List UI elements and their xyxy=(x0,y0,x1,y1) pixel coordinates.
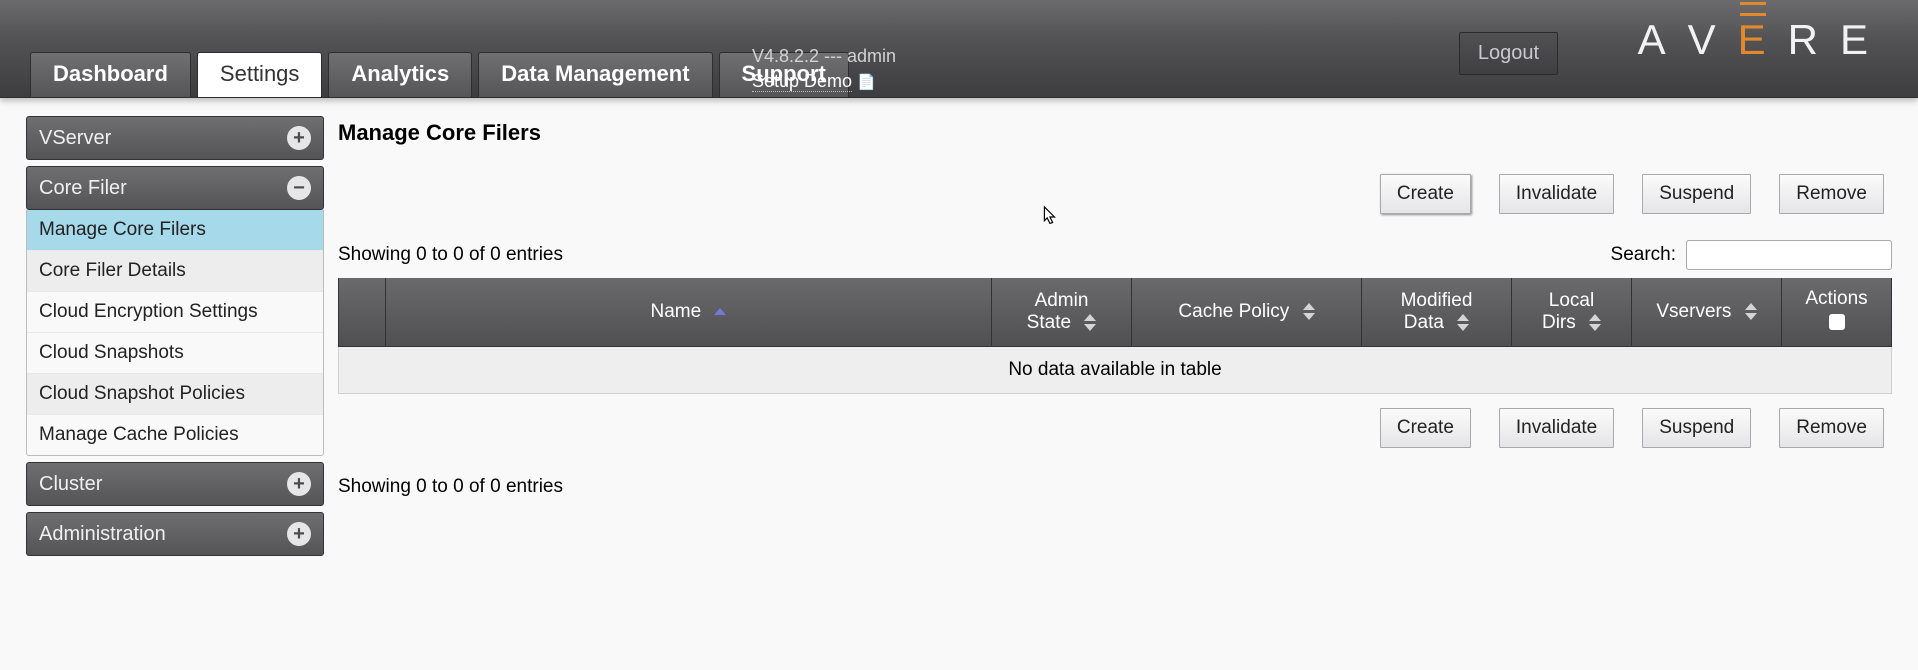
col-local-dirs[interactable]: Local Dirs xyxy=(1512,278,1632,347)
col-cache-policy[interactable]: Cache Policy xyxy=(1132,278,1362,347)
col-label: Modified xyxy=(1401,290,1473,311)
sidebar-section-core-filer[interactable]: Core Filer − xyxy=(26,166,324,210)
sort-icon xyxy=(1457,314,1469,331)
settings-sidebar: VServer + Core Filer − Manage Core Filer… xyxy=(26,116,324,556)
sidebar-item-cloud-snapshot-policies[interactable]: Cloud Snapshot Policies xyxy=(27,373,323,414)
showing-entries-bottom: Showing 0 to 0 of 0 entries xyxy=(338,476,1892,498)
collapse-icon: − xyxy=(287,176,311,200)
suspend-button[interactable]: Suspend xyxy=(1642,408,1751,448)
sidebar-section-vserver[interactable]: VServer + xyxy=(26,116,324,160)
col-blank xyxy=(338,278,386,347)
core-filer-menu: Manage Core Filers Core Filer Details Cl… xyxy=(26,210,324,456)
page-title: Manage Core Filers xyxy=(338,120,1892,146)
col-name[interactable]: Name xyxy=(386,278,992,347)
remove-button[interactable]: Remove xyxy=(1779,408,1884,448)
search-label: Search: xyxy=(1611,244,1676,266)
logo-letter-e: E xyxy=(1738,16,1788,64)
col-modified-data[interactable]: Modified Data xyxy=(1362,278,1512,347)
col-label: Cache Policy xyxy=(1178,301,1289,322)
search-input[interactable] xyxy=(1686,240,1892,270)
remove-button[interactable]: Remove xyxy=(1779,174,1884,214)
logo-letter: E xyxy=(1840,16,1890,64)
select-all-checkbox[interactable] xyxy=(1829,314,1845,330)
tab-analytics[interactable]: Analytics xyxy=(328,52,472,97)
document-icon: 📄 xyxy=(857,74,876,91)
top-band: Dashboard Settings Analytics Data Manage… xyxy=(0,0,1918,98)
sidebar-section-administration[interactable]: Administration + xyxy=(26,512,324,556)
sort-icon xyxy=(1303,303,1315,320)
empty-table-message: No data available in table xyxy=(338,347,1892,394)
main-tabs: Dashboard Settings Analytics Data Manage… xyxy=(30,52,855,97)
section-title: Administration xyxy=(39,523,166,546)
logo-letter: V xyxy=(1688,16,1738,64)
col-label: Admin xyxy=(1035,290,1089,311)
sidebar-item-cloud-encryption-settings[interactable]: Cloud Encryption Settings xyxy=(27,291,323,332)
section-title: Core Filer xyxy=(39,177,127,200)
setup-link[interactable]: Setup Demo xyxy=(752,71,852,92)
expand-icon: + xyxy=(287,472,311,496)
avere-logo: A V E R E xyxy=(1638,16,1890,64)
create-button[interactable]: Create xyxy=(1380,174,1471,214)
col-actions[interactable]: Actions xyxy=(1782,278,1892,347)
expand-icon: + xyxy=(287,522,311,546)
action-buttons-top: Create Invalidate Suspend Remove xyxy=(338,174,1892,214)
sidebar-item-cloud-snapshots[interactable]: Cloud Snapshots xyxy=(27,332,323,373)
tab-dashboard[interactable]: Dashboard xyxy=(30,52,191,97)
pointer-cursor-icon xyxy=(1038,204,1060,230)
logout-button[interactable]: Logout xyxy=(1459,32,1558,75)
sort-icon xyxy=(1745,303,1757,320)
col-label: Local xyxy=(1549,290,1594,311)
sort-icon xyxy=(714,308,726,315)
col-label: Dirs xyxy=(1542,312,1576,333)
col-label: Data xyxy=(1404,312,1444,333)
col-label: Vservers xyxy=(1656,301,1731,322)
col-vservers[interactable]: Vservers xyxy=(1632,278,1782,347)
col-label: Name xyxy=(651,301,702,322)
tab-data-management[interactable]: Data Management xyxy=(478,52,712,97)
create-button[interactable]: Create xyxy=(1380,408,1471,448)
showing-entries-top: Showing 0 to 0 of 0 entries xyxy=(338,244,563,266)
col-label: Actions xyxy=(1805,288,1867,309)
section-title: Cluster xyxy=(39,473,102,496)
tab-settings[interactable]: Settings xyxy=(197,52,323,97)
logo-letter: A xyxy=(1638,16,1688,64)
sort-icon xyxy=(1589,314,1601,331)
core-filers-table: Name Admin State Cache Policy Modified xyxy=(338,278,1892,394)
version-text: V4.8.2.2 --- admin xyxy=(752,44,896,68)
header-meta: V4.8.2.2 --- admin Setup Demo 📄 xyxy=(752,44,896,93)
main-content: Manage Core Filers Create Invalidate Sus… xyxy=(338,116,1892,556)
sidebar-item-manage-cache-policies[interactable]: Manage Cache Policies xyxy=(27,414,323,455)
col-admin-state[interactable]: Admin State xyxy=(992,278,1132,347)
section-title: VServer xyxy=(39,127,111,150)
logo-letter: R xyxy=(1788,16,1840,64)
action-buttons-bottom: Create Invalidate Suspend Remove xyxy=(338,408,1892,448)
sort-icon xyxy=(1084,314,1096,331)
expand-icon: + xyxy=(287,126,311,150)
sidebar-item-manage-core-filers[interactable]: Manage Core Filers xyxy=(27,210,323,250)
invalidate-button[interactable]: Invalidate xyxy=(1499,408,1614,448)
invalidate-button[interactable]: Invalidate xyxy=(1499,174,1614,214)
sidebar-item-core-filer-details[interactable]: Core Filer Details xyxy=(27,250,323,291)
sidebar-section-cluster[interactable]: Cluster + xyxy=(26,462,324,506)
suspend-button[interactable]: Suspend xyxy=(1642,174,1751,214)
col-label: State xyxy=(1027,312,1071,333)
